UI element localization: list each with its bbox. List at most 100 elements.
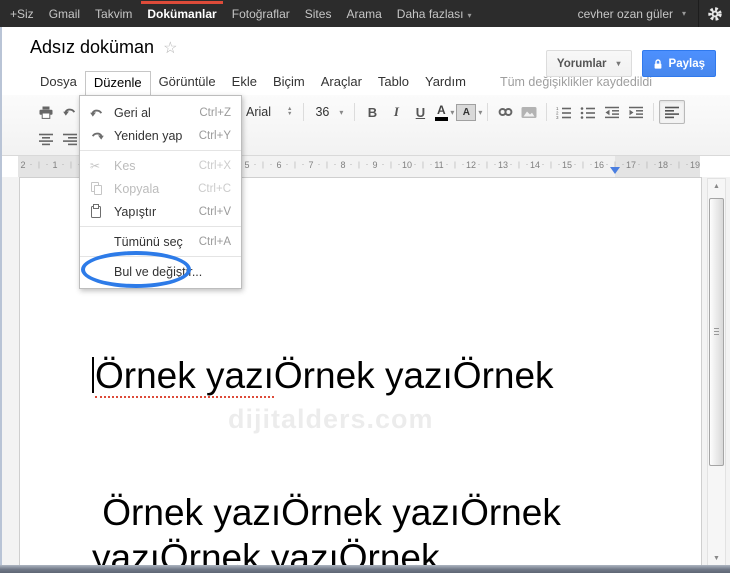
- user-name: cevher ozan güler: [577, 6, 673, 21]
- menubar-item-tablo[interactable]: Tablo: [370, 71, 417, 92]
- blank-icon: [90, 265, 114, 279]
- ruler-tick: ·: [445, 159, 449, 169]
- menu-item-label: Kes: [114, 158, 136, 173]
- ruler-tick: ·: [253, 159, 257, 169]
- ruler-tick: |: [390, 160, 392, 169]
- insert-link-button[interactable]: [493, 101, 517, 123]
- ruler-tick: ·: [429, 159, 433, 169]
- document-title[interactable]: Adsız doküman: [30, 37, 154, 58]
- blank-icon: [90, 235, 114, 249]
- ruler-tick: |: [454, 160, 456, 169]
- ruler-number: 13: [497, 160, 509, 170]
- scroll-up-button[interactable]: ▲: [708, 179, 725, 194]
- topbar-item-dokumanlar[interactable]: Dokümanlar: [141, 0, 224, 27]
- doc-text-line[interactable]: Örnek yazıÖrnek yazıÖrnek: [92, 490, 561, 536]
- settings-gear-button[interactable]: [698, 0, 730, 27]
- ruler-tick: ·: [397, 159, 401, 169]
- ruler-tick: |: [38, 160, 40, 169]
- menubar-item-bicim[interactable]: Biçim: [265, 71, 313, 92]
- comments-button[interactable]: Yorumlar ▾: [545, 50, 632, 77]
- copy-icon: [90, 181, 114, 196]
- ruler-tick: ·: [589, 159, 593, 169]
- user-account-menu[interactable]: cevher ozan güler ▾: [566, 7, 698, 21]
- edit-menu-item-tumunu-sec[interactable]: Tümünü seç Ctrl+A: [80, 226, 241, 253]
- font-size-select[interactable]: 36 ▾: [309, 105, 349, 119]
- doc-text[interactable]: Örnek yazıÖrnek: [274, 355, 554, 396]
- scissors-icon: ✂: [90, 158, 101, 173]
- topbar-item-takvim[interactable]: Takvim: [95, 1, 132, 27]
- font-family-select[interactable]: Arial ▲ ▼: [240, 105, 298, 119]
- scroll-down-button[interactable]: ▼: [708, 551, 725, 566]
- scrollbar-thumb[interactable]: [709, 198, 724, 466]
- topbar-item-arama[interactable]: Arama: [346, 1, 381, 27]
- ruler-tick: ·: [685, 159, 689, 169]
- ruler-tick: ·: [45, 159, 49, 169]
- scrollbar-grip: [714, 328, 719, 335]
- edit-menu-item-yapistir[interactable]: Yapıştır Ctrl+V: [80, 200, 241, 223]
- menu-item-label: Yeniden yap: [114, 128, 183, 143]
- topbar-nav: +Siz Gmail Takvim Dokümanlar Fotoğraflar Site…: [0, 0, 472, 27]
- ruler-tick: ·: [621, 159, 625, 169]
- edit-menu-item-bul-ve-degistir[interactable]: Bul ve değiştir...: [80, 256, 241, 283]
- ruler-number: 18: [657, 160, 669, 170]
- bulleted-list-button[interactable]: [576, 101, 600, 123]
- redo-icon: [90, 129, 114, 143]
- chevron-down-icon[interactable]: ▾: [478, 108, 482, 117]
- misspelled-text[interactable]: Örnek yazı: [95, 355, 274, 398]
- edit-menu-item-yeniden-yap[interactable]: Yeniden yap Ctrl+Y: [80, 124, 241, 147]
- menubar-item-duzenle[interactable]: Düzenle: [84, 70, 151, 97]
- undo-icon: [90, 106, 114, 120]
- ruler-tick: ·: [381, 159, 385, 169]
- vertical-scrollbar[interactable]: ▲ ▼: [707, 178, 726, 567]
- italic-button[interactable]: I: [386, 104, 406, 120]
- decrease-indent-button[interactable]: [600, 101, 624, 123]
- doc-text-line[interactable]: Örnek yazıÖrnek yazıÖrnek: [92, 353, 561, 399]
- scroll-up-icon: ▲: [713, 183, 720, 190]
- menu-item-shortcut: Ctrl+V: [198, 205, 231, 218]
- ruler-tick: |: [550, 160, 552, 169]
- underline-button[interactable]: U: [410, 105, 430, 120]
- topbar-item-fotograflar[interactable]: Fotoğraflar: [232, 1, 290, 27]
- edit-menu-item-kes: ✂ Kes Ctrl+X: [80, 150, 241, 177]
- ruler-tick: |: [358, 160, 360, 169]
- ruler-number: 17: [625, 160, 637, 170]
- share-button-label: Paylaş: [668, 57, 705, 70]
- highlight-color-button[interactable]: A: [454, 101, 478, 123]
- bold-button[interactable]: B: [362, 105, 382, 120]
- topbar-item-daha-fazlasi[interactable]: Daha fazlası ▾: [397, 1, 472, 27]
- insert-image-button[interactable]: [517, 101, 541, 123]
- star-icon[interactable]: ☆: [163, 38, 177, 58]
- text-cursor: [92, 357, 94, 393]
- menu-item-label: Kopyala: [114, 181, 160, 196]
- topbar-item-+siz[interactable]: +Siz: [10, 1, 34, 27]
- menubar-item-goruntule[interactable]: Görüntüle: [151, 71, 224, 92]
- ruler-tick: |: [70, 160, 72, 169]
- menubar-item-dosya[interactable]: Dosya: [32, 71, 85, 92]
- align-left-button[interactable]: [659, 100, 686, 124]
- increase-indent-button[interactable]: [624, 101, 648, 123]
- ruler-tick: ·: [29, 159, 33, 169]
- text-color-button[interactable]: A: [432, 101, 450, 123]
- indent-icon: [629, 106, 644, 118]
- lock-icon: [654, 58, 661, 69]
- ruler-tick: ·: [509, 159, 513, 169]
- ruler-number: 15: [561, 160, 573, 170]
- ruler-number: 14: [529, 160, 541, 170]
- align-center-button[interactable]: [34, 128, 58, 150]
- menubar-item-ekle[interactable]: Ekle: [224, 71, 265, 92]
- right-indent-marker[interactable]: [610, 167, 620, 174]
- print-button[interactable]: [34, 101, 58, 123]
- topbar-item-gmail[interactable]: Gmail: [49, 1, 80, 27]
- menubar-item-araclar[interactable]: Araçlar: [313, 71, 370, 92]
- menubar-item-yardim[interactable]: Yardım: [417, 71, 474, 92]
- ruler-tick: |: [582, 160, 584, 169]
- numbered-list-button[interactable]: 123: [552, 101, 576, 123]
- share-button[interactable]: Paylaş: [641, 50, 716, 77]
- topbar-item-sites[interactable]: Sites: [305, 1, 332, 27]
- menu-item-label: Tümünü seç: [114, 234, 183, 249]
- link-icon: [498, 108, 513, 116]
- image-icon: [521, 106, 537, 118]
- ruler-tick: ·: [525, 159, 529, 169]
- toolbar-divider: [303, 103, 305, 121]
- edit-menu-item-geri-al[interactable]: Geri al Ctrl+Z: [80, 101, 241, 124]
